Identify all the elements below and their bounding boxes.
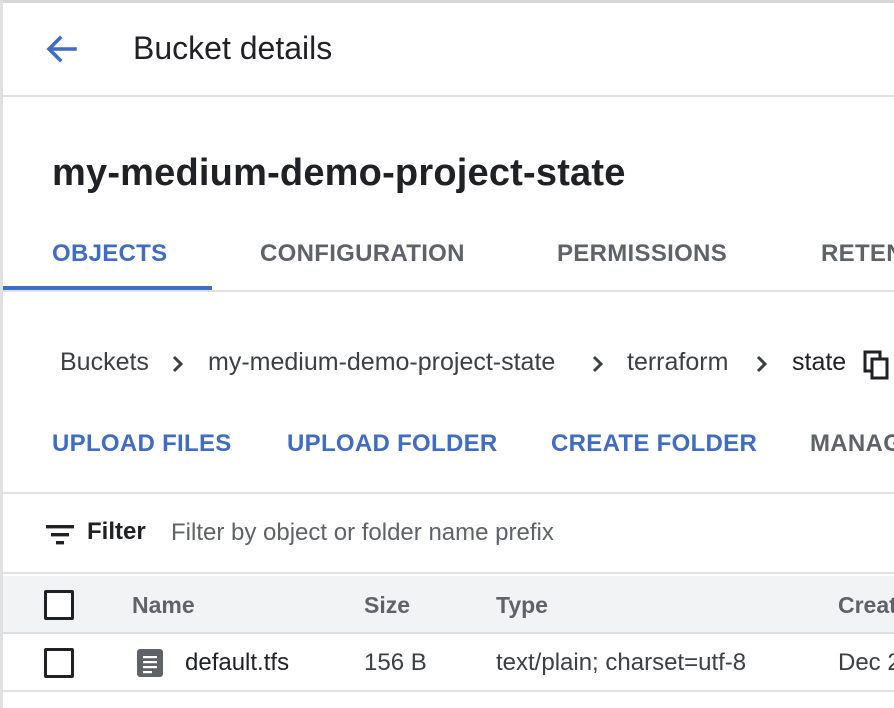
chevron-right-icon — [592, 355, 604, 373]
object-name-link[interactable]: default.tfs — [185, 649, 303, 677]
chevron-right-icon — [756, 355, 768, 373]
file-document-icon — [137, 649, 163, 677]
manage-button[interactable]: MANAG — [810, 430, 894, 458]
object-actions-toolbar: UPLOAD FILES UPLOAD FOLDER CREATE FOLDER… — [3, 400, 894, 494]
tab-bar: OBJECTS CONFIGURATION PERMISSIONS RETEN — [3, 220, 894, 292]
app-header: Bucket details — [3, 3, 894, 97]
filter-input[interactable] — [171, 514, 871, 552]
breadcrumb-buckets[interactable]: Buckets — [60, 348, 149, 377]
tab-configuration[interactable]: CONFIGURATION — [260, 240, 465, 268]
tab-permissions[interactable]: PERMISSIONS — [557, 240, 727, 268]
upload-files-button[interactable]: UPLOAD FILES — [52, 430, 232, 458]
upload-folder-button[interactable]: UPLOAD FOLDER — [287, 430, 498, 458]
breadcrumb-terraform[interactable]: terraform — [627, 348, 728, 377]
filter-list-icon — [46, 525, 74, 545]
filter-label: Filter — [87, 518, 146, 545]
breadcrumb-state: state — [792, 348, 847, 376]
object-created: Dec 2 — [838, 649, 894, 676]
filter-bar: Filter — [3, 496, 894, 574]
column-header-name[interactable]: Name — [132, 592, 195, 619]
object-size: 156 B — [364, 649, 427, 676]
copy-icon[interactable] — [863, 350, 891, 380]
back-button[interactable] — [41, 29, 81, 69]
tab-objects[interactable]: OBJECTS — [52, 240, 167, 268]
table-header: Name Size Type Creat — [3, 576, 894, 634]
create-folder-button[interactable]: CREATE FOLDER — [551, 430, 757, 458]
breadcrumb-bucket[interactable]: my-medium-demo-project-state — [208, 348, 555, 377]
column-header-created[interactable]: Creat — [838, 592, 894, 619]
page-title: Bucket details — [133, 30, 333, 66]
object-type: text/plain; charset=utf-8 — [496, 649, 747, 676]
table-row: default.tfs 156 B text/plain; charset=ut… — [3, 634, 894, 692]
select-all-checkbox[interactable] — [44, 590, 74, 620]
bucket-details-page: Bucket details my-medium-demo-project-st… — [0, 0, 894, 708]
active-tab-indicator — [3, 286, 212, 290]
arrow-back-icon — [46, 35, 77, 63]
column-header-size[interactable]: Size — [364, 592, 410, 619]
column-header-type[interactable]: Type — [496, 592, 548, 619]
bucket-name-heading: my-medium-demo-project-state — [52, 152, 626, 194]
tab-retention[interactable]: RETEN — [821, 240, 894, 268]
chevron-right-icon — [172, 355, 184, 373]
row-checkbox[interactable] — [44, 648, 74, 678]
